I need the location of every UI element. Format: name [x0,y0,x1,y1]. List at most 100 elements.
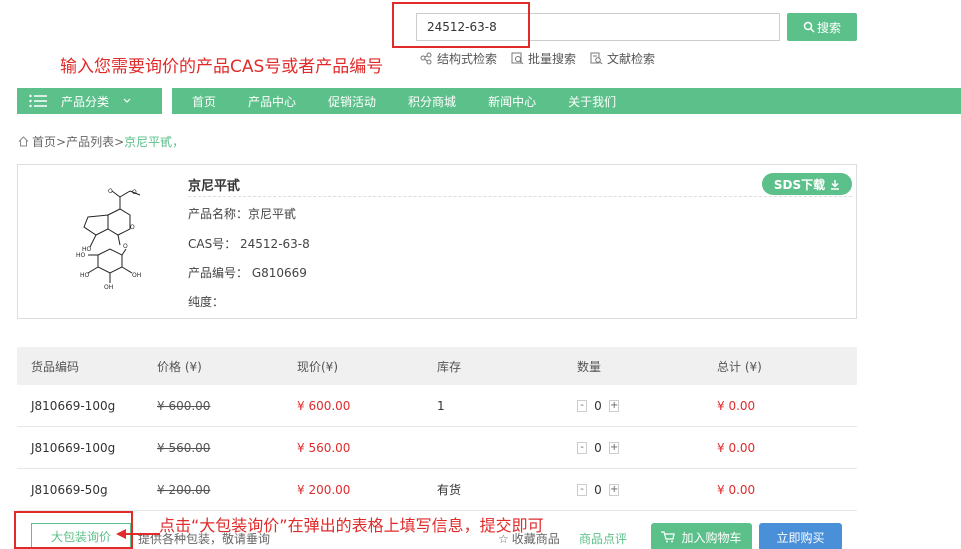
cell-total: ¥ 0.00 [717,440,756,455]
quantity-stepper[interactable]: - 0 + [577,399,717,413]
favorite-label: 收藏商品 [511,532,560,546]
increment-button[interactable]: + [609,441,619,454]
cell-code: J810669-50g [31,482,108,497]
home-icon [18,136,29,147]
product-name-line: 产品名称：京尼平甙 [188,207,297,221]
divider [188,196,852,197]
buy-now-button[interactable]: 立即购买 [759,523,842,549]
category-label: 产品分类 [61,94,110,109]
nav-item-about[interactable]: 关于我们 [568,93,616,110]
decrement-button[interactable]: - [577,399,587,412]
download-icon [831,179,840,190]
quantity-stepper[interactable]: - 0 + [577,441,717,455]
breadcrumb-sep: > [114,134,125,149]
literature-search-label: 文献检索 [607,52,656,66]
breadcrumb-current: 京尼平甙， [124,135,185,149]
col-header-total: 总计 (¥) [717,359,762,374]
cell-price: ¥ 600.00 [157,398,211,413]
add-to-cart-label: 加入购物车 [681,530,742,545]
decrement-button[interactable]: - [577,483,587,496]
increment-button[interactable]: + [609,399,619,412]
cell-now: ¥ 200.00 [297,482,351,497]
batch-search-label: 批量搜索 [528,52,577,66]
search-annotation-frame [392,2,530,48]
cell-price: ¥ 200.00 [157,482,211,497]
cell-now: ¥ 600.00 [297,398,351,413]
buy-now-label: 立即购买 [776,530,825,545]
svg-text:HO: HO [76,252,86,259]
svg-text:OH: OH [104,284,113,291]
sku-table: 货品编码 价格 (¥) 现价(¥) 库存 数量 总计 (¥) J810669-1… [17,347,857,511]
svg-text:O: O [130,224,135,231]
increment-button[interactable]: + [609,483,619,496]
nav-item-products[interactable]: 产品中心 [248,93,296,110]
annotation-arrow-icon [116,529,160,539]
search-button-label: 搜索 [816,20,841,35]
star-icon: ☆ [498,531,509,546]
cell-total: ¥ 0.00 [717,482,756,497]
literature-icon [590,52,603,65]
annotation-top: 输入您需要询价的产品CAS号或者产品编号 [60,57,384,77]
table-row: J810669-100g ¥ 600.00 ¥ 600.00 1 - 0 + ¥… [17,385,857,427]
svg-text:O: O [132,189,137,196]
breadcrumb-sep: > [56,134,67,149]
quantity-stepper[interactable]: - 0 + [577,483,717,497]
sds-label: SDS下载 [773,177,826,192]
structure-icon [420,52,432,65]
cell-total: ¥ 0.00 [717,398,756,413]
sds-download-button[interactable]: SDS下载 [762,173,852,195]
col-header-qty: 数量 [577,359,602,374]
chevron-down-icon [123,98,131,103]
product-purity-line: 纯度： [188,295,225,309]
decrement-button[interactable]: - [577,441,587,454]
svg-text:OH: OH [132,272,141,279]
quantity-value[interactable]: 0 [587,483,609,497]
main-nav: 产品分类 首页 产品中心 促销活动 积分商城 新闻中心 关于我们 [17,88,961,114]
quantity-value[interactable]: 0 [587,441,609,455]
col-header-price: 价格 (¥) [157,359,202,374]
product-title: 京尼平甙 [188,179,241,194]
literature-search-link[interactable]: 文献检索 [590,50,655,67]
cell-now: ¥ 560.00 [297,440,351,455]
cell-code: J810669-100g [31,440,116,455]
chemical-structure-image: O O O HO O HO HO OH OH [76,188,141,291]
quantity-value[interactable]: 0 [587,399,609,413]
review-link[interactable]: 商品点评 [579,530,627,547]
search-links: 结构式检索 批量搜索 文献检索 [420,50,669,67]
search-button[interactable]: 搜索 [787,13,857,41]
breadcrumb-home[interactable]: 首页 [32,133,56,150]
svg-text:HO: HO [80,272,90,279]
category-menu[interactable]: 产品分类 [17,88,162,114]
table-row: J810669-100g ¥ 560.00 ¥ 560.00 - 0 + ¥ 0… [17,427,857,469]
nav-item-promotions[interactable]: 促销活动 [328,93,376,110]
col-header-code: 货品编码 [31,359,80,374]
batch-search-link[interactable]: 批量搜索 [511,50,576,67]
table-row: J810669-50g ¥ 200.00 ¥ 200.00 有货 - 0 + ¥… [17,469,857,511]
cart-icon [661,531,676,543]
add-to-cart-button[interactable]: 加入购物车 [651,523,752,549]
cell-price: ¥ 560.00 [157,440,211,455]
col-header-stock: 库存 [437,359,462,374]
nav-item-news[interactable]: 新闻中心 [488,93,536,110]
nav-gap [162,88,172,114]
annotation-bottom: 点击“大包装询价”在弹出的表格上填写信息，提交即可 [159,516,544,535]
nav-items: 首页 产品中心 促销活动 积分商城 新闻中心 关于我们 [172,93,648,110]
search-icon [803,21,815,33]
cell-stock: 有货 [437,483,462,497]
col-header-now: 现价(¥) [297,359,338,374]
product-cas-line: CAS号： 24512-63-8 [188,237,310,251]
nav-item-points-mall[interactable]: 积分商城 [408,93,456,110]
product-info-panel: O O O HO O HO HO OH OH 京尼平甙 SDS下载 产品名称：京… [17,164,857,319]
product-code-line: 产品编号： G810669 [188,266,307,280]
svg-text:O: O [123,243,128,250]
svg-text:O: O [108,188,113,195]
favorite-link[interactable]: ☆ 收藏商品 [498,530,560,547]
structure-search-link[interactable]: 结构式检索 [420,50,497,67]
table-header: 货品编码 价格 (¥) 现价(¥) 库存 数量 总计 (¥) [17,347,857,385]
nav-item-home[interactable]: 首页 [192,93,216,110]
breadcrumb-list[interactable]: 产品列表 [66,133,114,150]
cell-code: J810669-100g [31,398,116,413]
breadcrumb: 首页 > 产品列表 > 京尼平甙， [18,133,184,150]
structure-search-label: 结构式检索 [437,52,498,66]
batch-search-icon [511,52,524,65]
